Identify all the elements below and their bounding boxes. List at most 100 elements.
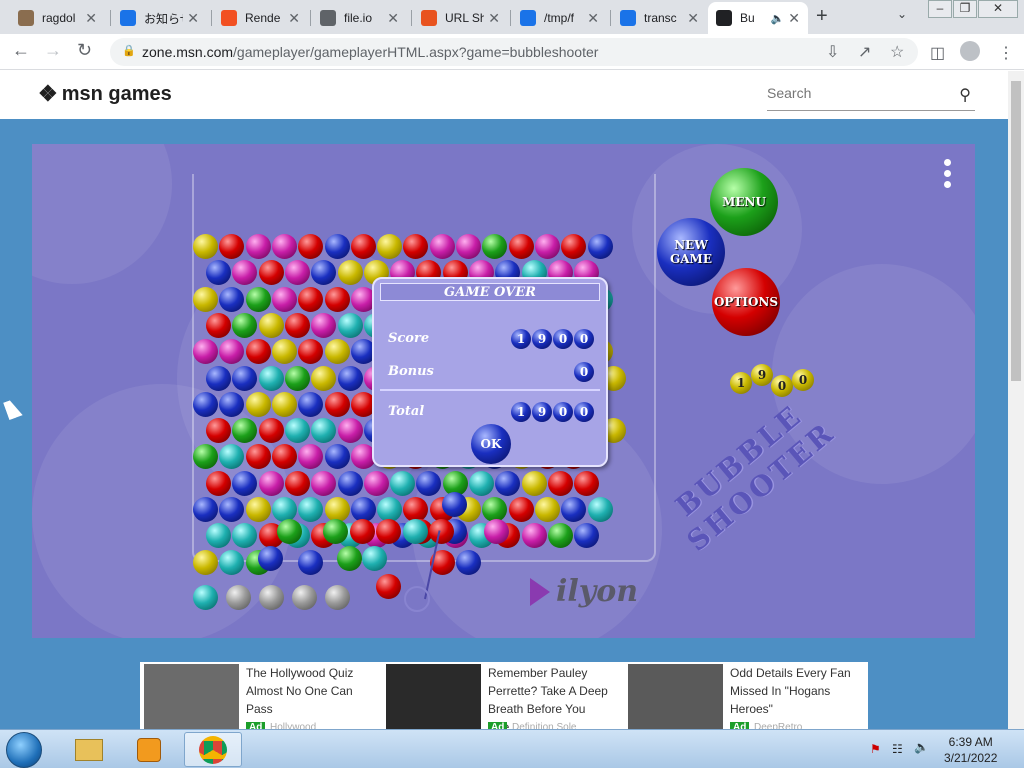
bubble — [521, 523, 547, 549]
tab-1[interactable]: お知らせ ✕ — [112, 4, 207, 32]
minimize-button[interactable]: – — [928, 0, 952, 18]
close-tab-icon[interactable]: ✕ — [687, 10, 699, 27]
bubble — [376, 519, 401, 544]
tab-7[interactable]: Bu 🔈 ✕ — [708, 2, 808, 34]
tab-3[interactable]: file.io ✕ — [312, 4, 407, 32]
ad-strip: The Hollywood Quiz Almost No One Can Pas… — [140, 662, 868, 729]
play-triangle-icon — [530, 577, 550, 606]
media-player-taskbar-button[interactable] — [120, 732, 178, 767]
more-options-icon[interactable] — [944, 159, 952, 189]
clock[interactable]: 6:39 AM 3/21/2022 — [944, 734, 997, 766]
tab-4[interactable]: URL Sh ✕ — [413, 4, 508, 32]
bubble — [377, 234, 403, 259]
close-tab-icon[interactable]: ✕ — [288, 10, 300, 27]
bubble — [232, 365, 258, 391]
vertical-scrollbar[interactable] — [1008, 71, 1024, 729]
score-value: 1900 — [510, 329, 594, 349]
tab-separator — [310, 10, 311, 26]
tab-5[interactable]: /tmp/f ✕ — [512, 4, 607, 32]
tab-title: Rende — [245, 11, 281, 25]
score-label: Score — [388, 331, 430, 346]
close-tab-icon[interactable]: ✕ — [788, 10, 800, 27]
search-input[interactable] — [767, 85, 947, 101]
tab-2[interactable]: Rende ✕ — [213, 4, 308, 32]
windows-taskbar: ⚑ ☷ 🔈 6:39 AM 3/21/2022 — [0, 729, 1024, 768]
bubble — [587, 234, 613, 259]
bubble — [324, 391, 350, 417]
bubble — [574, 470, 600, 496]
ad-headline[interactable]: Remember Pauley Perrette? Take A Deep Br… — [488, 664, 618, 729]
bookmark-star-icon[interactable]: ☆ — [890, 42, 904, 62]
ad-headline[interactable]: The Hollywood Quiz Almost No One Can Pas… — [246, 664, 376, 718]
ad-card[interactable]: The Hollywood Quiz Almost No One Can Pas… — [140, 662, 380, 729]
options-button[interactable]: OPTIONS — [712, 268, 780, 336]
ad-card[interactable]: Remember Pauley Perrette? Take A Deep Br… — [382, 662, 622, 729]
ad-badge: Ad — [246, 722, 266, 729]
action-center-flag-icon[interactable]: ⚑ — [870, 742, 881, 756]
ad-badge: Ad — [730, 722, 750, 729]
msn-games-logo[interactable]: ❖ msn games — [38, 81, 172, 107]
game-over-dialog: GAME OVER Score 1900 Bonus 0 Total 1900 … — [372, 277, 608, 467]
audio-playing-icon[interactable]: 🔈 — [771, 12, 785, 25]
shooter[interactable] — [404, 586, 430, 612]
ilyon-logo[interactable]: ilyon — [530, 574, 638, 609]
tab-title: お知らせ — [144, 11, 183, 26]
ad-source: DeepRetro — [754, 722, 803, 729]
bubble — [258, 546, 283, 571]
chrome-taskbar-button[interactable] — [184, 732, 242, 767]
bubble — [193, 391, 218, 417]
new-tab-button[interactable]: + — [816, 5, 828, 28]
bubble — [277, 519, 302, 544]
close-tab-icon[interactable]: ✕ — [488, 10, 500, 27]
bubble — [284, 312, 310, 338]
cat-photo-icon — [18, 10, 34, 26]
tab-separator — [110, 10, 111, 26]
close-tab-icon[interactable]: ✕ — [587, 10, 599, 27]
close-tab-icon[interactable]: ✕ — [85, 10, 97, 27]
search-icon[interactable]: ⚲ — [959, 85, 971, 105]
close-window-button[interactable]: ✕ — [978, 0, 1018, 18]
ok-button[interactable]: OK — [471, 424, 511, 464]
share-icon[interactable]: ↗ — [858, 42, 871, 62]
bubble — [193, 234, 218, 259]
network-icon[interactable]: ☷ — [892, 742, 903, 756]
maximize-button[interactable]: ❐ — [953, 0, 977, 18]
system-tray: ⚑ ☷ 🔈 6:39 AM 3/21/2022 — [862, 730, 1024, 769]
ad-image[interactable] — [628, 664, 723, 729]
bubble — [362, 546, 387, 571]
tab-6[interactable]: transc ✕ — [612, 4, 707, 32]
forward-arrow-icon[interactable]: → — [44, 40, 62, 61]
tab-separator — [510, 10, 511, 26]
new-game-button[interactable]: NEW GAME — [657, 218, 725, 286]
menu-button[interactable]: MENU — [710, 168, 778, 236]
volume-icon[interactable]: 🔈 — [914, 740, 929, 754]
bubble — [337, 470, 363, 496]
game-canvas[interactable]: MENU NEW GAME OPTIONS 1900 BUBBLE SHOOTE… — [32, 144, 975, 638]
url-text[interactable]: zone.msn.com/gameplayer/gameplayerHTML.a… — [142, 44, 598, 60]
tab-0[interactable]: ragdol ✕ — [10, 4, 105, 32]
media-player-icon — [137, 737, 161, 762]
kebab-menu-icon[interactable]: ⋮ — [998, 43, 1014, 63]
lock-icon[interactable]: 🔒 — [122, 44, 136, 57]
profile-avatar[interactable] — [960, 41, 980, 61]
close-tab-icon[interactable]: ✕ — [387, 10, 399, 27]
butterfly-icon: ❖ — [38, 81, 58, 106]
ad-headline[interactable]: Odd Details Every Fan Missed In "Hogans … — [730, 664, 860, 718]
back-arrow-icon[interactable]: ← — [12, 40, 30, 61]
ad-image[interactable] — [386, 664, 481, 729]
bubble — [456, 549, 481, 575]
ad-badge: Ad — [488, 722, 508, 729]
tab-search-chevron-icon[interactable]: ⌄ — [897, 7, 907, 21]
close-tab-icon[interactable]: ✕ — [187, 10, 199, 27]
start-button[interactable] — [6, 732, 42, 768]
ad-image[interactable] — [144, 664, 239, 729]
install-icon[interactable]: ⇩ — [826, 42, 839, 62]
side-panel-icon[interactable]: ◫ — [930, 43, 945, 63]
bubble — [469, 470, 494, 496]
scrollbar-thumb[interactable] — [1011, 81, 1021, 381]
file-explorer-taskbar-button[interactable] — [60, 732, 118, 767]
address-bar[interactable]: 🔒 zone.msn.com/gameplayer/gameplayerHTML… — [110, 38, 918, 66]
bubble — [324, 444, 350, 470]
ad-card[interactable]: Odd Details Every Fan Missed In "Hogans … — [624, 662, 864, 729]
reload-icon[interactable]: ↻ — [77, 40, 92, 61]
